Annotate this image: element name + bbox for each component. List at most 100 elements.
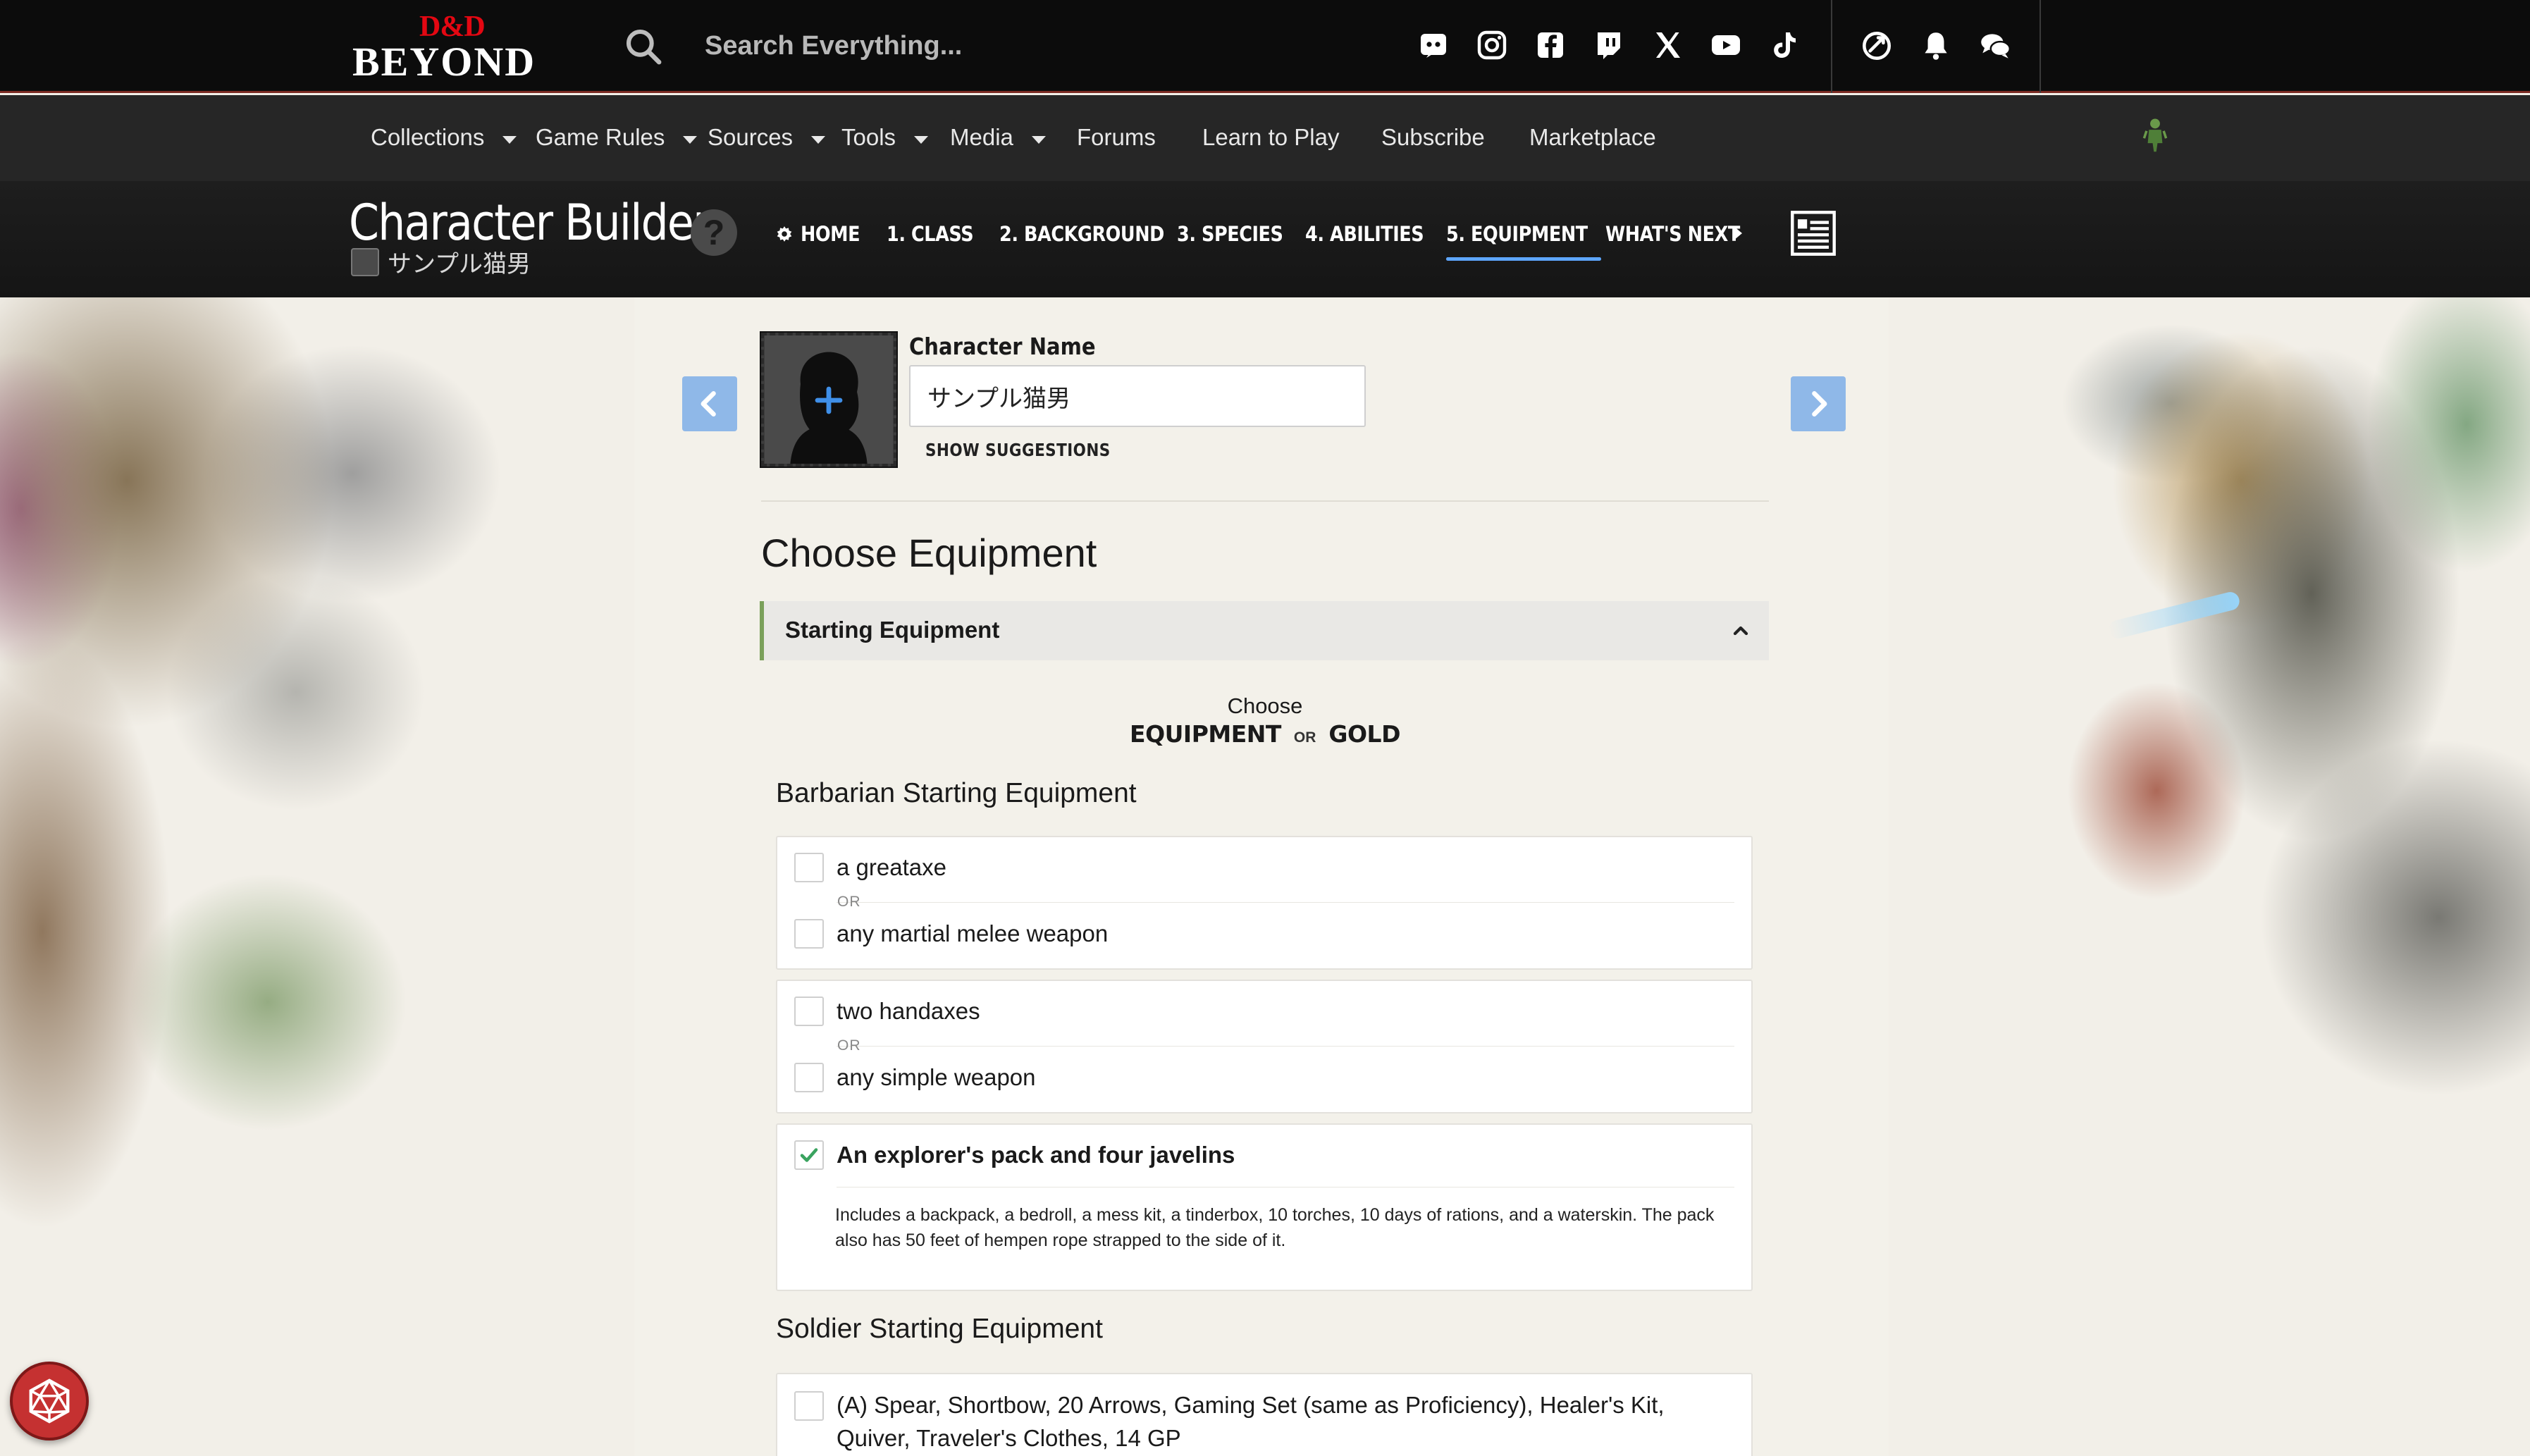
dnd-beyond-logo[interactable]: D&D BEYOND (352, 10, 550, 85)
chevron-down-icon (914, 135, 929, 144)
youtube-icon[interactable] (1709, 28, 1743, 62)
nav-subscribe[interactable]: Subscribe (1381, 123, 1485, 152)
portrait-upload[interactable] (760, 331, 898, 468)
step-background[interactable]: 2. BACKGROUND (999, 222, 1164, 246)
nav-forums[interactable]: Forums (1077, 123, 1156, 152)
nav-sources[interactable]: Sources (708, 123, 826, 152)
character-name-input[interactable] (909, 365, 1366, 427)
option-label: (A) Spear, Shortbow, 20 Arrows, Gaming S… (837, 1392, 1665, 1451)
choose-label: Choose (1227, 693, 1303, 718)
option-simple-weapon[interactable]: any simple weapon (794, 1063, 1036, 1092)
builder-character-name: サンプル猫男 (388, 251, 531, 278)
checkbox-checked[interactable] (794, 1140, 824, 1170)
nav-marketplace[interactable]: Marketplace (1529, 123, 1656, 152)
goblin-figure-icon[interactable] (2142, 116, 2168, 153)
chevron-up-icon (1733, 626, 1748, 636)
builder-title: Character Builder (349, 194, 710, 252)
main-nav: Collections Game Rules Sources Tools Med… (0, 95, 2530, 181)
checkmark-icon (800, 1148, 818, 1162)
step-abilities[interactable]: 4. ABILITIES (1305, 222, 1424, 246)
x-icon[interactable] (1650, 28, 1684, 62)
step-species[interactable]: 3. SPECIES (1177, 222, 1283, 246)
step-class[interactable]: 1. CLASS (887, 222, 974, 246)
chat-icon[interactable] (1977, 28, 2013, 63)
option-explorers-pack[interactable]: An explorer's pack and four javelins (794, 1140, 1235, 1170)
next-step-button[interactable] (1791, 376, 1846, 431)
dice-roller-button[interactable] (10, 1362, 89, 1440)
option-label: An explorer's pack and four javelins (837, 1142, 1235, 1168)
top-divider (1831, 0, 1832, 93)
nav-label: Collections (371, 124, 485, 150)
twitch-icon[interactable] (1592, 28, 1626, 62)
checkbox[interactable] (794, 1063, 824, 1092)
quick-roll-icon[interactable] (1859, 28, 1894, 63)
nav-collections[interactable]: Collections (371, 123, 517, 152)
divider (837, 902, 1734, 903)
option-description: Includes a backpack, a bedroll, a mess k… (835, 1205, 1715, 1250)
nav-tools[interactable]: Tools (841, 123, 929, 152)
builder-header: Character Builder サンプル猫男 ? HOME 1. CLASS… (0, 181, 2530, 297)
option-label: two handaxes (837, 998, 980, 1024)
facebook-icon[interactable] (1534, 28, 1567, 62)
option-label: any simple weapon (837, 1064, 1036, 1090)
equipment-choice-card: two handaxes OR any simple weapon (776, 980, 1753, 1113)
chevron-down-icon (683, 135, 698, 144)
option-two-handaxes[interactable]: two handaxes (794, 997, 980, 1026)
divider (837, 1046, 1734, 1047)
option-label: any martial melee weapon (837, 920, 1109, 946)
chevron-left-icon (701, 391, 716, 417)
search-icon[interactable] (624, 27, 663, 66)
nav-game-rules[interactable]: Game Rules (536, 123, 698, 152)
search-input[interactable] (705, 21, 1339, 70)
soldier-equipment-title: Soldier Starting Equipment (776, 1314, 1103, 1344)
starting-equipment-header[interactable]: Starting Equipment (760, 601, 1769, 660)
tiktok-icon[interactable] (1767, 28, 1801, 62)
barbarian-equipment-title: Barbarian Starting Equipment (776, 778, 1137, 808)
chevron-down-icon (1031, 135, 1046, 144)
avatar (351, 247, 379, 276)
checkbox[interactable] (794, 1391, 824, 1421)
nav-label: Game Rules (536, 124, 665, 150)
nav-learn-to-play[interactable]: Learn to Play (1202, 123, 1339, 152)
nav-media[interactable]: Media (950, 123, 1046, 152)
caret-right-icon (1734, 226, 1742, 240)
step-home[interactable]: HOME (801, 222, 860, 246)
checkbox[interactable] (794, 997, 824, 1026)
d20-icon (29, 1378, 70, 1424)
or-separator: OR (837, 1037, 861, 1054)
discord-icon[interactable] (1417, 28, 1450, 62)
chevron-down-icon (811, 135, 826, 144)
instagram-icon[interactable] (1475, 28, 1509, 62)
top-divider-right (2040, 0, 2041, 93)
bell-icon[interactable] (1918, 28, 1954, 63)
nav-label: Marketplace (1529, 124, 1656, 150)
option-martial-melee-weapon[interactable]: any martial melee weapon (794, 919, 1108, 949)
logo-beyond: BEYOND (352, 39, 536, 85)
help-button[interactable]: ? (691, 209, 737, 256)
nav-label: Tools (841, 124, 896, 150)
choose-equipment-option[interactable]: EQUIPMENT (1130, 720, 1281, 748)
equipment-choice-card: (A) Spear, Shortbow, 20 Arrows, Gaming S… (776, 1373, 1753, 1456)
character-sheet-icon[interactable] (1790, 209, 1837, 257)
checkbox[interactable] (794, 919, 824, 949)
section-label: Starting Equipment (785, 617, 1000, 643)
option-soldier-a[interactable]: (A) Spear, Shortbow, 20 Arrows, Gaming S… (794, 1388, 1739, 1455)
builder-character: サンプル猫男 (351, 245, 531, 279)
nav-label: Media (950, 124, 1013, 150)
nav-label: Forums (1077, 124, 1156, 150)
option-greataxe[interactable]: a greataxe (794, 853, 946, 882)
divider (761, 500, 1769, 502)
top-bar: D&D BEYOND (0, 0, 2530, 93)
page-title: Choose Equipment (761, 531, 1097, 575)
character-name-label: Character Name (909, 333, 1096, 360)
step-whats-next[interactable]: WHAT'S NEXT (1605, 222, 1740, 246)
nav-label: Sources (708, 124, 794, 150)
checkbox[interactable] (794, 853, 824, 882)
previous-step-button[interactable] (682, 376, 737, 431)
step-equipment[interactable]: 5. EQUIPMENT (1446, 222, 1602, 261)
equipment-choice-card: a greataxe OR any martial melee weapon (776, 836, 1753, 970)
choose-gold-option[interactable]: GOLD (1328, 720, 1400, 748)
option-label: a greataxe (837, 854, 946, 880)
or-separator: OR (837, 894, 861, 910)
show-suggestions-button[interactable]: SHOW SUGGESTIONS (925, 440, 1111, 460)
